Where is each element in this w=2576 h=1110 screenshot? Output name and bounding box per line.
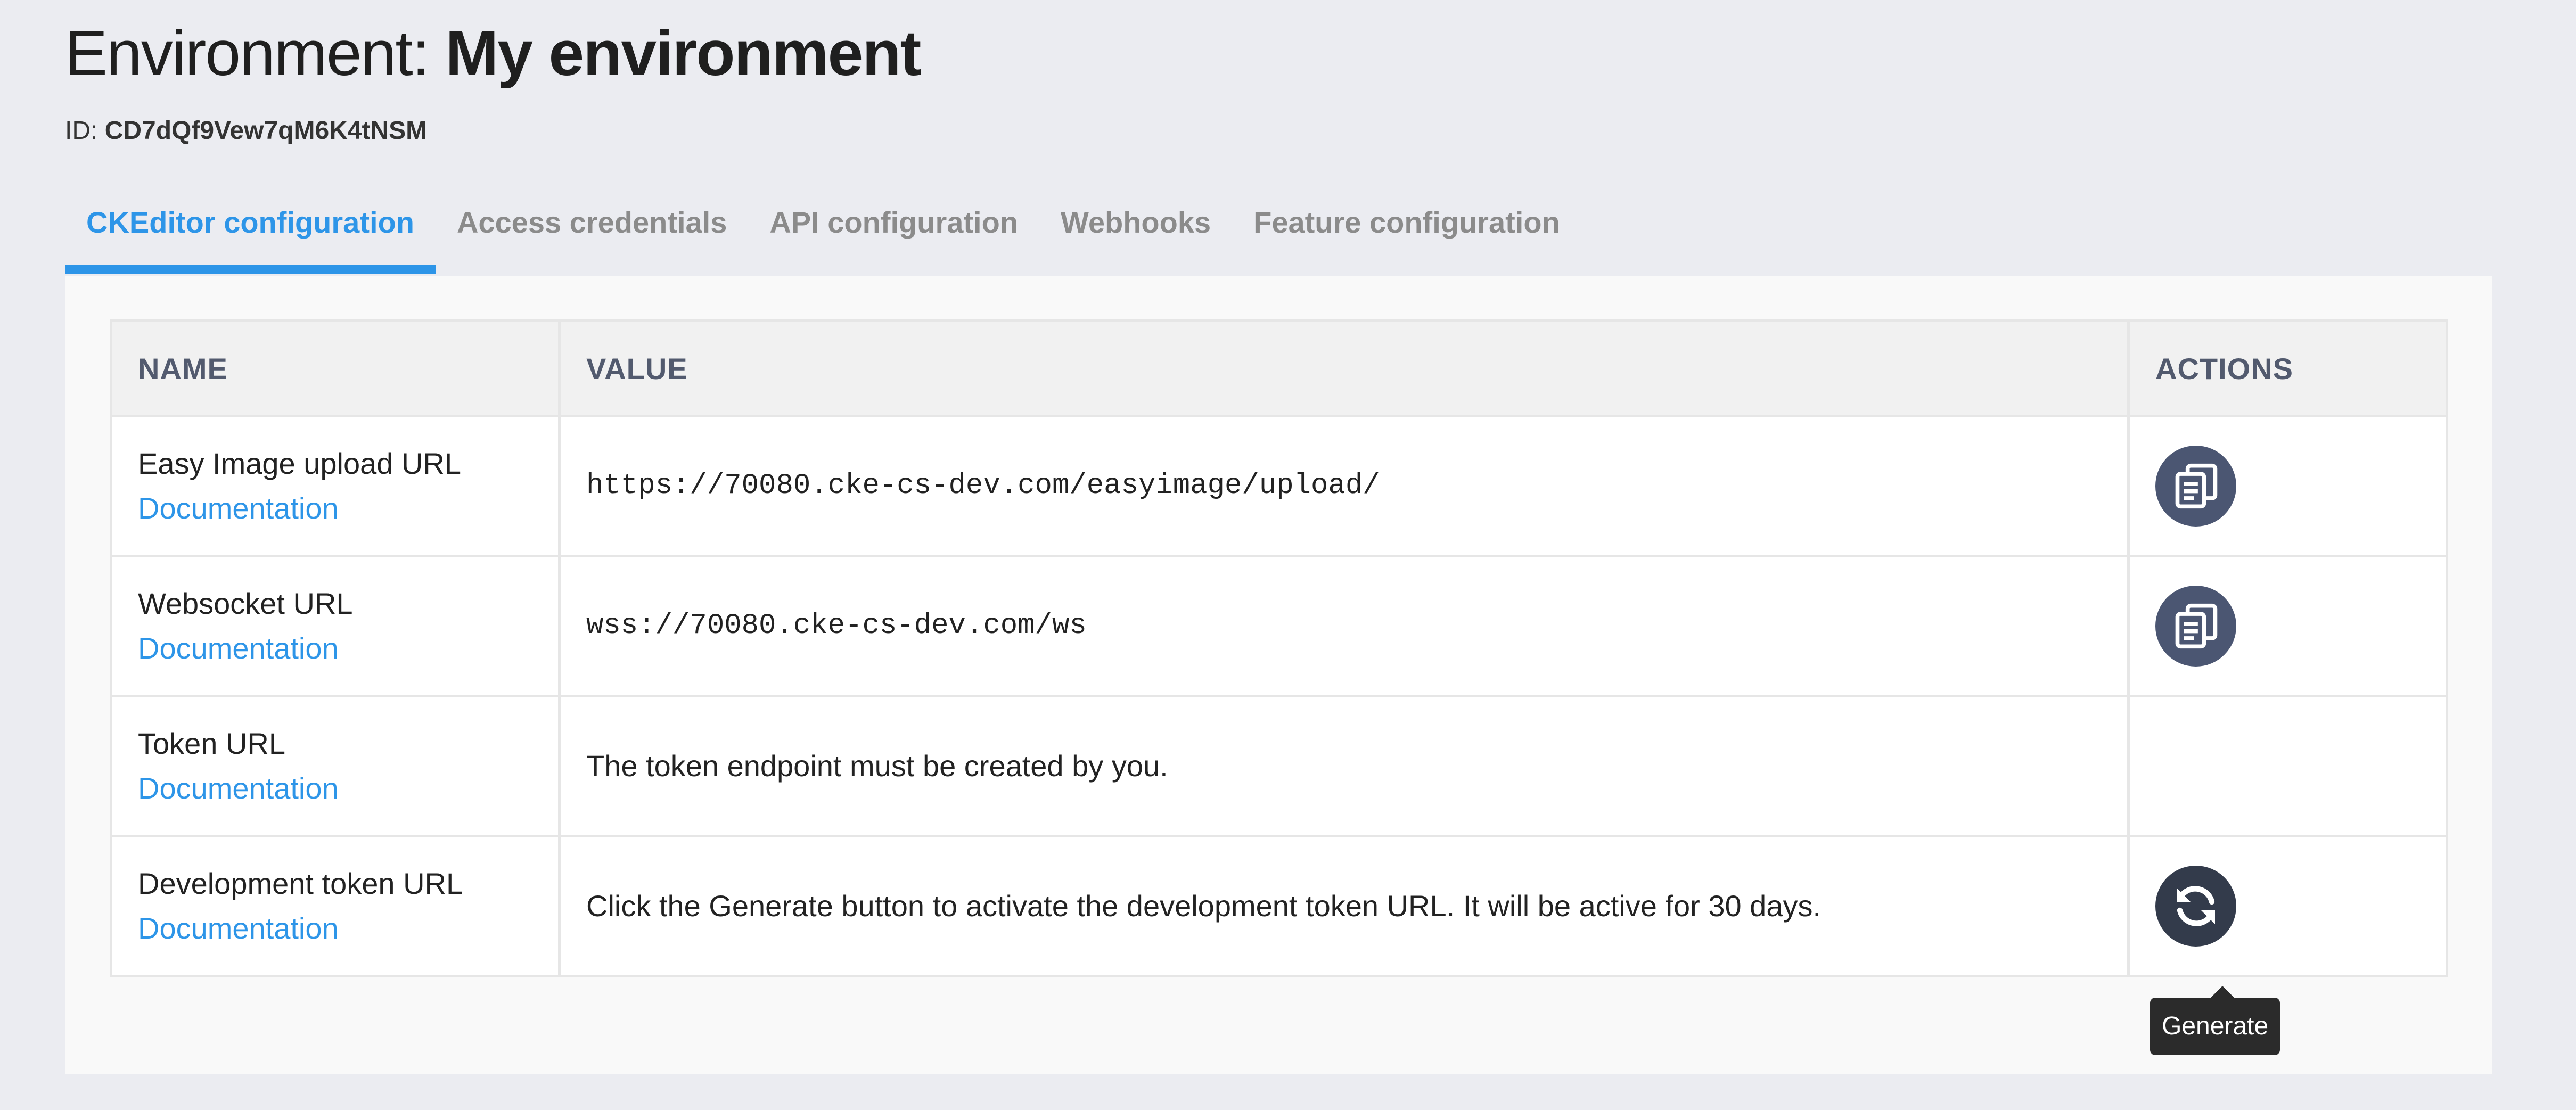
- table-row: Development token URL Documentation Clic…: [110, 835, 2448, 1055]
- name-cell: Development token URL Documentation: [110, 835, 561, 977]
- configuration-panel: NAME VALUE ACTIONS Easy Image upload URL…: [65, 276, 2492, 1074]
- table-header-row: NAME VALUE ACTIONS: [110, 319, 2448, 417]
- column-header-actions: ACTIONS: [2127, 319, 2448, 417]
- copy-button[interactable]: [2155, 446, 2236, 527]
- actions-cell: Generate: [2127, 835, 2448, 1055]
- documentation-link[interactable]: Documentation: [138, 766, 532, 811]
- documentation-link[interactable]: Documentation: [138, 626, 532, 671]
- value-cell: https://70080.cke-cs-dev.com/easyimage/u…: [558, 415, 2130, 557]
- table-row: Token URL Documentation The token endpoi…: [110, 695, 2448, 837]
- id-label: ID:: [65, 117, 98, 145]
- copy-icon: [2175, 463, 2218, 509]
- copy-icon: [2175, 603, 2218, 649]
- name-cell: Token URL Documentation: [110, 695, 561, 837]
- generate-tooltip: Generate: [2150, 986, 2280, 1055]
- table-row: Websocket URL Documentation wss://70080.…: [110, 555, 2448, 697]
- name-cell: Easy Image upload URL Documentation: [110, 415, 561, 557]
- environment-name: My environment: [445, 18, 921, 89]
- column-header-name: NAME: [110, 319, 561, 417]
- value-cell: Click the Generate button to activate th…: [558, 835, 2130, 977]
- id-value: CD7dQf9Vew7qM6K4tNSM: [104, 117, 428, 145]
- configuration-table: NAME VALUE ACTIONS Easy Image upload URL…: [110, 319, 2448, 1055]
- tab-bar: CKEditor configuration Access credential…: [65, 196, 1581, 274]
- row-name: Development token URL: [138, 867, 463, 900]
- copy-button[interactable]: [2155, 586, 2236, 667]
- row-name: Websocket URL: [138, 587, 353, 620]
- page-header: Environment: My environment ID: CD7dQf9V…: [65, 16, 922, 146]
- tab-feature-configuration[interactable]: Feature configuration: [1232, 196, 1581, 274]
- tab-api-configuration[interactable]: API configuration: [748, 196, 1039, 274]
- actions-cell: [2127, 695, 2448, 837]
- generate-button[interactable]: [2155, 866, 2236, 947]
- environment-id: ID: CD7dQf9Vew7qM6K4tNSM: [65, 116, 921, 146]
- value-cell: The token endpoint must be created by yo…: [558, 695, 2130, 837]
- row-name: Token URL: [138, 727, 286, 760]
- name-cell: Websocket URL Documentation: [110, 555, 561, 697]
- title-prefix: Environment:: [65, 18, 430, 89]
- tab-webhooks[interactable]: Webhooks: [1039, 196, 1232, 274]
- tab-ckeditor-configuration[interactable]: CKEditor configuration: [65, 196, 436, 274]
- refresh-icon: [2177, 886, 2215, 926]
- value-cell: wss://70080.cke-cs-dev.com/ws: [558, 555, 2130, 697]
- documentation-link[interactable]: Documentation: [138, 486, 532, 531]
- column-header-value: VALUE: [558, 319, 2130, 417]
- table-row: Easy Image upload URL Documentation http…: [110, 415, 2448, 557]
- documentation-link[interactable]: Documentation: [138, 906, 532, 951]
- actions-cell: [2127, 555, 2448, 697]
- generate-wrapper: Generate: [2150, 866, 2280, 1055]
- tab-access-credentials[interactable]: Access credentials: [436, 196, 748, 274]
- row-name: Easy Image upload URL: [138, 447, 462, 480]
- actions-cell: [2127, 415, 2448, 557]
- page-title: Environment: My environment: [65, 16, 922, 91]
